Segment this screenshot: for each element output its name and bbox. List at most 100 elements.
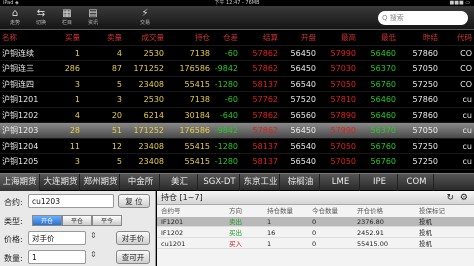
position-cell: 0	[312, 229, 317, 237]
qty-input[interactable]: 1	[28, 250, 86, 264]
quote-cell: 57030	[330, 64, 356, 73]
exchange-tab[interactable]: 美汇	[162, 174, 198, 191]
quote-cell: 57250	[412, 79, 438, 89]
quote-row[interactable]: 沪铜1202 4 20 6214 30184 -640 57862 56560 57890 564…	[0, 108, 474, 123]
column-header[interactable]: 买量	[40, 30, 80, 46]
quote-cell: 171252	[133, 126, 164, 135]
column-header[interactable]: 持仓	[166, 30, 210, 46]
type-open-option[interactable]: 开仓	[32, 215, 62, 226]
quote-cell: -60	[224, 95, 238, 104]
exchange-tab[interactable]: COM	[400, 174, 434, 191]
position-row[interactable]: cu1201 买入 1 0 55415.00 投机	[157, 239, 474, 249]
position-column-header: 持仓数量	[267, 207, 293, 215]
column-header[interactable]: 成交量	[124, 30, 165, 46]
quote-cell: 2530	[143, 48, 164, 58]
exchange-tab[interactable]: 上海期货	[0, 174, 40, 191]
quote-cell: 57862	[252, 126, 278, 135]
type-label: 类型:	[4, 217, 23, 226]
reset-button[interactable]: 复 位	[118, 194, 150, 208]
quote-cell: 2530	[143, 95, 164, 104]
order-panel: 合约: cu1203 复 位 类型: 开仓 平仓 平今 价格: 对手价 ⇕ 对手…	[0, 191, 156, 266]
exchange-tab[interactable]: 中金所	[122, 174, 160, 191]
quote-row[interactable]: 沪铜1204 11 12 23408 55415 -1280 58137 56540 57050…	[0, 139, 474, 154]
quote-cell: 沪铜连三	[2, 64, 34, 73]
position-cell: 0	[312, 218, 317, 226]
column-header[interactable]: 最高	[318, 30, 356, 46]
quote-cell: 23408	[138, 141, 164, 151]
position-row[interactable]: IF1202 买出 16 0 2452.91 投机	[157, 228, 474, 238]
exchange-tab[interactable]: 大连期货	[42, 174, 80, 191]
type-close-today-option[interactable]: 平今	[92, 215, 122, 226]
exchange-tab[interactable]: SGX-DT	[200, 174, 240, 191]
quote-cell: cu	[462, 110, 472, 120]
exchange-tab[interactable]: IPE	[362, 174, 398, 191]
quote-cell: 58137	[252, 79, 278, 89]
type-close-option[interactable]: 平仓	[62, 215, 92, 226]
quote-cell: 30184	[184, 110, 210, 120]
query-available-button[interactable]: 查可开	[116, 250, 150, 264]
switch-icon: ⇆	[36, 8, 46, 19]
quote-cell: -1280	[214, 79, 238, 89]
quote-cell: 57990	[330, 48, 356, 58]
quote-cell: 4	[116, 48, 122, 58]
quote-row[interactable]: 沪铜1203 28 51 171252 176586 -9842 57862 56450 579…	[0, 123, 474, 139]
quote-cell: 176586	[179, 126, 210, 135]
settings-icon[interactable]: ⚙	[460, 191, 468, 205]
position-row[interactable]: IF1201 卖出 1 0 2376.80 投机	[157, 217, 474, 227]
quote-row[interactable]: 沪铜连续 1 4 2530 7138 -60 57862 56450 57990 56460 578…	[0, 46, 474, 61]
quote-row[interactable]: 沪铜1201 1 3 2530 7138 -60 57762 57520 57810 56460 5…	[0, 92, 474, 108]
exchange-tab[interactable]: 郑州期货	[82, 174, 120, 191]
column-header[interactable]: 名称	[2, 30, 38, 46]
home-icon: ⌂	[11, 8, 19, 19]
exchange-tab[interactable]: 棕榈油	[282, 174, 320, 191]
toolbar-button-home[interactable]: ⌂ 走势	[4, 8, 26, 28]
quote-cell: -1280	[214, 141, 238, 151]
quote-cell: 57250	[412, 157, 438, 166]
quote-row[interactable]: 沪铜连四 3 5 23408 55415 -1280 58137 56540 57050 5676…	[0, 77, 474, 92]
quote-cell: 57050	[330, 157, 356, 166]
toolbar-button-news[interactable]: ▤ 资讯	[82, 8, 104, 28]
toolbar-button-trade[interactable]: ⚡ 交易	[134, 8, 156, 28]
quote-cell: 57810	[330, 95, 356, 104]
quote-cell: 56370	[370, 64, 396, 73]
quote-cell: 20	[111, 110, 122, 120]
quote-row[interactable]: 沪铜1205 3 5 23408 55415 -1280 58137 56540 57050 56…	[0, 154, 474, 170]
toolbar-label: 交易	[139, 20, 150, 26]
column-header[interactable]: 昨结	[398, 30, 438, 46]
position-cell: 买出	[229, 229, 242, 237]
quote-cell: 55415	[184, 157, 210, 166]
price-input[interactable]: 对手价	[28, 231, 86, 245]
toolbar-button-switch[interactable]: ⇆ 切换	[30, 8, 52, 28]
position-column-header: 投保标记	[419, 207, 445, 215]
price-label: 价格:	[4, 235, 23, 244]
quote-cell: 11	[69, 141, 80, 151]
quote-cell: 57762	[252, 95, 278, 104]
column-header[interactable]: 卖量	[82, 30, 122, 46]
position-cell: 55415.00	[357, 240, 389, 248]
column-header[interactable]: 结算	[240, 30, 278, 46]
quote-cell: 沪铜1205	[2, 157, 39, 166]
quote-cell: 57862	[252, 64, 278, 73]
exchange-tab[interactable]: 东京工业	[242, 174, 280, 191]
column-header[interactable]: 开盘	[280, 30, 316, 46]
price-stepper-icon[interactable]: ⇕	[90, 231, 97, 240]
quote-cell: 51	[111, 126, 122, 135]
quote-cell: 56560	[290, 110, 316, 120]
table-header: 名称 买量 卖量 成交量 持仓 仓差 结算 开盘 最高 最低 昨结 代码	[0, 30, 474, 46]
refresh-icon[interactable]: ↻	[446, 191, 454, 205]
search-input[interactable]: Q 搜索	[378, 11, 468, 25]
column-header[interactable]: 代码	[442, 30, 472, 46]
quote-cell: 56460	[370, 95, 396, 104]
position-cell: 买入	[229, 240, 242, 248]
toolbar-button-menu[interactable]: ▦ 栏目	[56, 8, 78, 28]
quote-cell: 56450	[290, 126, 316, 135]
column-header[interactable]: 仓差	[212, 30, 238, 46]
contract-input[interactable]: cu1203	[28, 194, 114, 208]
position-cell: 投机	[419, 229, 432, 237]
quote-cell: 57862	[252, 48, 278, 58]
qty-stepper-icon[interactable]: ⇕	[90, 250, 97, 259]
opponent-price-button[interactable]: 对手价	[116, 231, 150, 245]
exchange-tab[interactable]: LME	[322, 174, 360, 191]
quote-row[interactable]: 沪铜连三 286 87 171252 176586 -9842 57862 56450 5703…	[0, 61, 474, 77]
column-header[interactable]: 最低	[358, 30, 396, 46]
